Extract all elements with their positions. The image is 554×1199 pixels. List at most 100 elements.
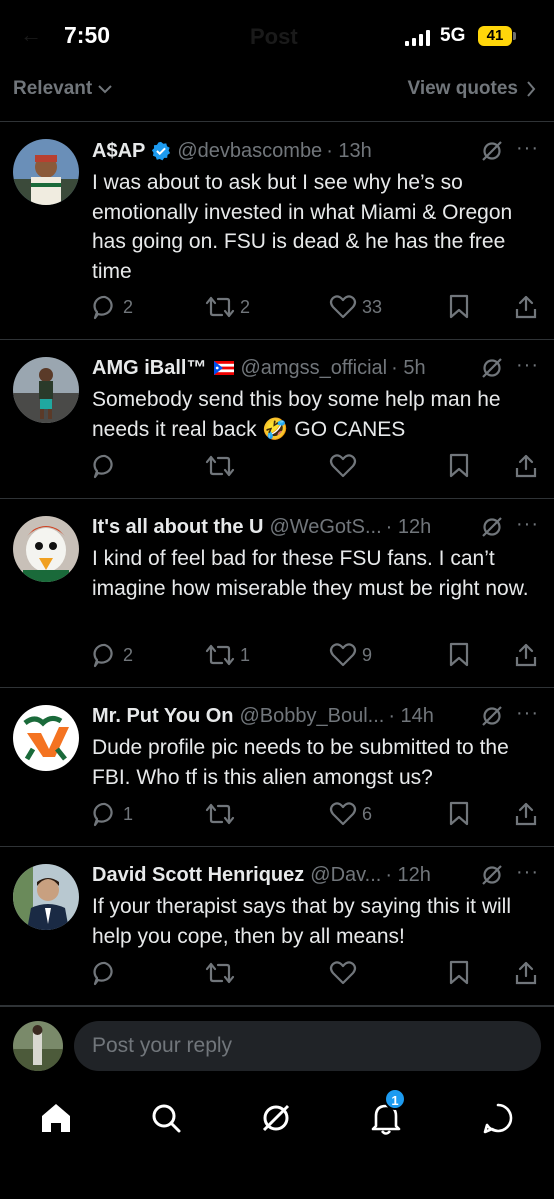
repost-icon (205, 294, 235, 320)
share-button[interactable] (514, 294, 538, 320)
home-icon[interactable] (36, 1098, 76, 1138)
repost-icon (205, 453, 235, 479)
share-button[interactable] (514, 801, 538, 827)
grok-icon[interactable] (256, 1098, 296, 1138)
grok-icon[interactable] (480, 356, 504, 380)
reply-input[interactable] (74, 1021, 541, 1071)
like-button[interactable] (329, 960, 362, 986)
avatar[interactable] (13, 516, 79, 582)
user-handle[interactable]: @Dav... (310, 864, 381, 887)
sort-dropdown[interactable]: Relevant (13, 78, 112, 100)
bookmark-icon (448, 801, 470, 827)
post-actions: 16 (92, 801, 542, 829)
messages-icon[interactable] (478, 1098, 518, 1138)
bookmark-button[interactable] (448, 960, 470, 986)
post-time: · 12h (385, 863, 431, 886)
grok-icon[interactable] (480, 515, 504, 539)
post-text: Dude profile pic needs to be submitted t… (92, 736, 509, 789)
user-handle[interactable]: @amgss_official (240, 357, 387, 380)
reply-post[interactable]: It's all about the U @WeGotS... · 12h ··· I … (0, 499, 554, 688)
post-time: · 12h (385, 515, 432, 538)
reply-button[interactable]: 2 (92, 294, 133, 320)
puerto-rico-flag-icon (214, 361, 235, 375)
heart-icon (329, 294, 357, 320)
post-header: It's all about the U @WeGotS... · 12h (92, 513, 431, 541)
reply-composer (0, 1006, 554, 1086)
post-time: · 5h (391, 356, 426, 379)
display-name[interactable]: It's all about the U (92, 516, 263, 539)
bell-icon[interactable]: 1 (366, 1088, 406, 1138)
reply-icon (92, 294, 118, 320)
repost-button[interactable]: 2 (205, 294, 250, 320)
display-name[interactable]: A$AP (92, 140, 145, 163)
like-button[interactable]: 6 (329, 801, 372, 827)
like-count: 6 (362, 803, 373, 824)
share-icon (514, 642, 538, 668)
user-handle[interactable]: @WeGotS... (269, 516, 381, 539)
post-text: I was about to ask but I see why he’s so… (92, 171, 513, 283)
battery-tip (513, 32, 516, 40)
repost-button[interactable]: 1 (205, 642, 250, 668)
post-actions: 2 1 9 (92, 642, 542, 670)
avatar[interactable] (13, 139, 79, 205)
heart-icon (329, 642, 357, 668)
network-label: 5G (440, 25, 466, 46)
grok-icon[interactable] (480, 863, 504, 887)
repost-count: 2 (240, 296, 251, 317)
reply-post[interactable]: AMG iBall™ @amgss_official · 5h ··· Somebody… (0, 340, 554, 499)
more-options-icon[interactable]: ··· (516, 861, 539, 884)
share-icon (514, 960, 538, 986)
post-header: A$AP @devbascombe · 13h (92, 137, 372, 165)
bookmark-button[interactable] (448, 453, 470, 479)
reply-button[interactable]: 2 (92, 642, 133, 668)
view-quotes-link[interactable]: View quotes (407, 78, 536, 100)
like-button[interactable] (329, 453, 362, 479)
reply-button[interactable] (92, 453, 123, 479)
more-options-icon[interactable]: ··· (516, 513, 539, 536)
avatar[interactable] (13, 1021, 63, 1071)
more-options-icon[interactable]: ··· (516, 137, 539, 160)
more-options-icon[interactable]: ··· (516, 702, 539, 725)
repost-icon (205, 642, 235, 668)
share-button[interactable] (514, 642, 538, 668)
reply-post[interactable]: David Scott Henriquez @Dav... · 12h ··· If y… (0, 847, 554, 1006)
chevron-down-icon (98, 85, 112, 94)
more-options-icon[interactable]: ··· (516, 354, 539, 377)
repost-button[interactable] (205, 801, 240, 827)
status-time: 7:50 (64, 22, 111, 48)
grok-icon[interactable] (480, 704, 504, 728)
share-icon (514, 294, 538, 320)
share-button[interactable] (514, 453, 538, 479)
repost-button[interactable] (205, 960, 240, 986)
search-icon[interactable] (146, 1098, 186, 1138)
signal-icon (405, 30, 430, 46)
bookmark-button[interactable] (448, 294, 470, 320)
like-button[interactable]: 9 (329, 642, 372, 668)
chevron-right-icon (527, 81, 536, 97)
post-time: · 13h (326, 139, 372, 162)
back-arrow-icon[interactable]: ← (20, 22, 42, 48)
user-handle[interactable]: @devbascombe (177, 140, 322, 163)
like-button[interactable]: 33 (329, 294, 382, 320)
reply-post[interactable]: Mr. Put You On @Bobby_Boul... · 14h ··· Dude… (0, 688, 554, 847)
status-bar: ← 7:50 Post 5G 41 (0, 0, 554, 70)
display-name[interactable]: AMG iBall™ (92, 357, 206, 380)
display-name[interactable]: David Scott Henriquez (92, 864, 304, 887)
grok-icon[interactable] (480, 139, 504, 163)
reply-post[interactable]: A$AP @devbascombe · 13h ··· I was about to a… (0, 123, 554, 340)
repost-button[interactable] (205, 453, 240, 479)
avatar[interactable] (13, 864, 79, 930)
post-header: Mr. Put You On @Bobby_Boul... · 14h (92, 702, 434, 730)
avatar[interactable] (13, 357, 79, 423)
bookmark-button[interactable] (448, 801, 470, 827)
reply-button[interactable]: 1 (92, 801, 133, 827)
user-handle[interactable]: @Bobby_Boul... (239, 705, 384, 728)
repost-icon (205, 960, 235, 986)
reply-count: 2 (123, 296, 134, 317)
share-button[interactable] (514, 960, 538, 986)
reply-button[interactable] (92, 960, 123, 986)
post-header: AMG iBall™ @amgss_official · 5h (92, 354, 426, 382)
avatar[interactable] (13, 705, 79, 771)
display-name[interactable]: Mr. Put You On (92, 705, 233, 728)
bookmark-button[interactable] (448, 642, 470, 668)
